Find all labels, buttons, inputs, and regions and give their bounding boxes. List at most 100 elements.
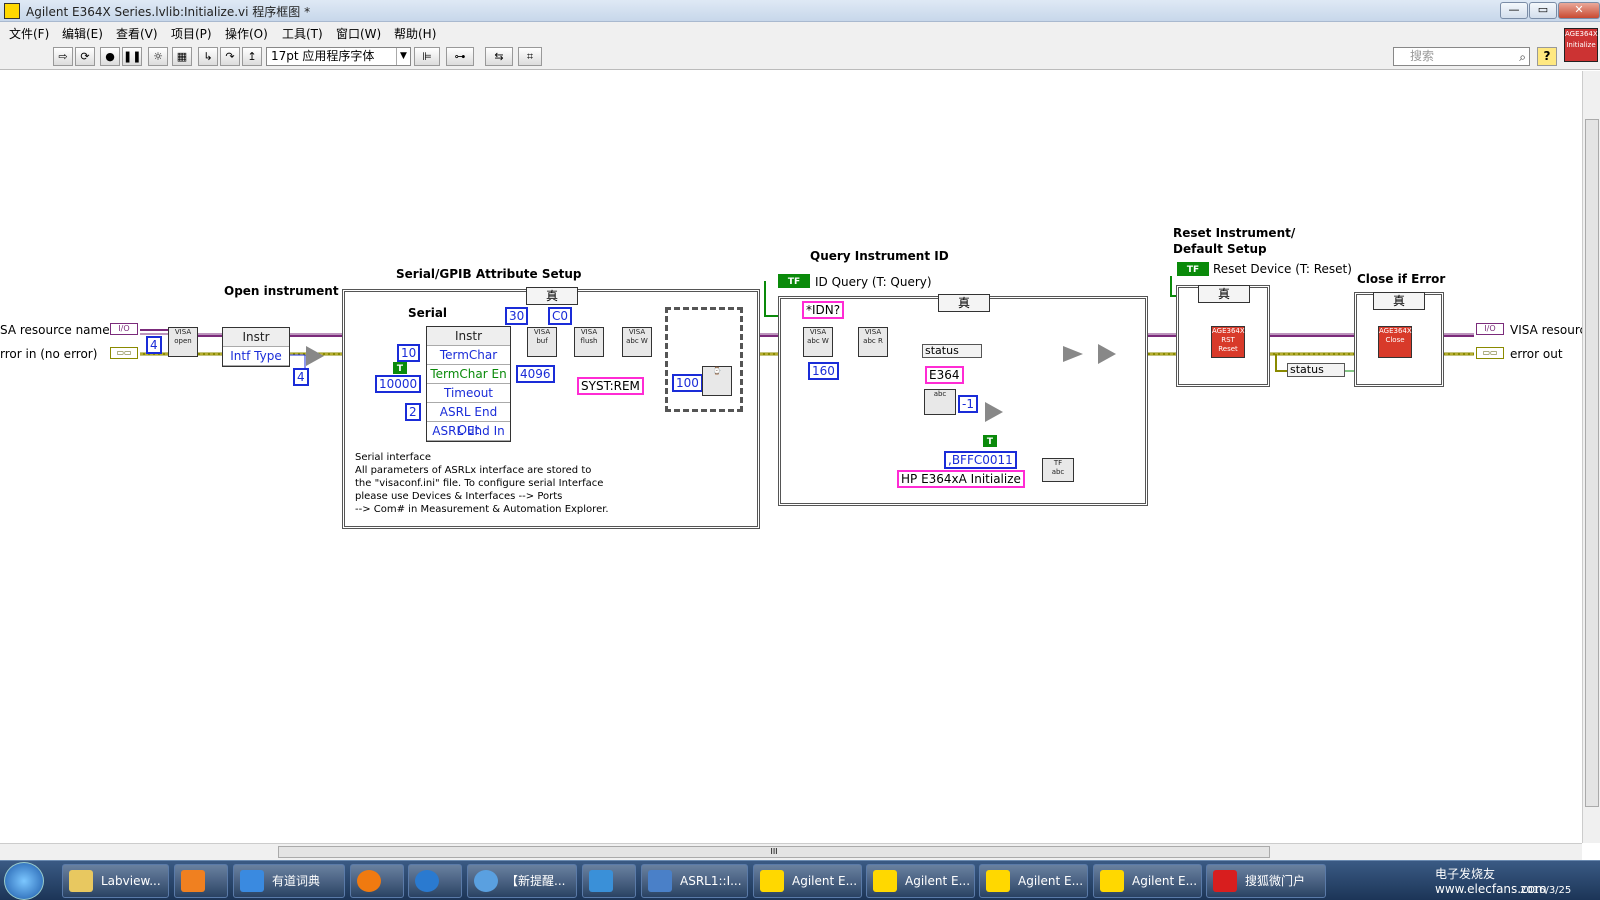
const-true-error[interactable]: T (983, 435, 997, 447)
const-160[interactable]: 160 (808, 362, 839, 380)
vertical-scroll-thumb[interactable] (1585, 119, 1599, 807)
menu-file[interactable]: 文件(F) (9, 25, 49, 42)
reset-vi[interactable]: AGE364X RST Reset (1211, 326, 1245, 358)
error-in-control[interactable]: ▭▭ (110, 347, 138, 359)
reset-case-selector[interactable]: 真 (1198, 285, 1250, 303)
abort-icon[interactable]: ● (100, 47, 120, 66)
task-agilent-1[interactable]: Agilent E... (753, 864, 862, 898)
visa-resource-indicator[interactable]: I/O (1476, 323, 1504, 335)
menu-operate[interactable]: 操作(O) (225, 25, 268, 42)
task-media[interactable] (174, 864, 228, 898)
sohu-icon (1213, 870, 1237, 892)
context-help-button[interactable]: ? (1537, 47, 1557, 66)
reset-device-control[interactable]: TF (1177, 262, 1209, 276)
property-node-open[interactable]: Instr Intf Type (222, 327, 290, 367)
visa-flush-vi[interactable]: VISA flush (574, 327, 604, 357)
task-agilent-3[interactable]: Agilent E... (979, 864, 1088, 898)
cleanup-diagram-icon[interactable]: ⌗ (518, 47, 542, 66)
reset-header-line2: Default Setup (1173, 242, 1267, 256)
minimize-button[interactable]: — (1500, 2, 1528, 19)
start-button[interactable] (4, 862, 44, 900)
const-asrl-end-out[interactable]: 2 (405, 403, 421, 421)
folder-icon (69, 870, 93, 892)
close-vi[interactable]: AGE364X Close (1378, 326, 1412, 358)
bundle-error-icon[interactable]: TF abc (1042, 458, 1074, 482)
const-syst-rem[interactable]: SYST:REM (577, 377, 644, 395)
id-query-control[interactable]: TF (778, 274, 810, 288)
task-agilent-2[interactable]: Agilent E... (866, 864, 975, 898)
task-sohu[interactable]: 搜狐微门户 (1206, 864, 1326, 898)
system-tray[interactable]: 电子发烧友 www.elecfans.com 2016/3/25 (1335, 863, 1600, 899)
distribute-objects-icon[interactable]: ⊶ (446, 47, 474, 66)
task-labview[interactable]: Labview... (62, 864, 169, 898)
unbundle-status-query[interactable]: status (922, 344, 982, 358)
step-over-icon[interactable]: ↷ (220, 47, 240, 66)
menu-tools[interactable]: 工具(T) (282, 25, 323, 42)
watermark: 电子发烧友 www.elecfans.com (1435, 867, 1547, 896)
const-c0[interactable]: C0 (548, 307, 573, 325)
task-reminder[interactable]: 【新提醒... (467, 864, 577, 898)
pause-icon[interactable]: ❚❚ (122, 47, 142, 66)
visa-resource-control[interactable]: I/O (110, 323, 138, 335)
step-out-icon[interactable]: ↥ (242, 47, 262, 66)
match-pattern-vi[interactable]: abc (924, 389, 956, 415)
task-label: 【新提醒... (506, 874, 566, 888)
open-instrument-header: Open instrument (224, 284, 339, 298)
menu-window[interactable]: 窗口(W) (336, 25, 381, 42)
task-ie[interactable] (408, 864, 462, 898)
error-in-label: rror in (no error) (0, 347, 98, 361)
task-label: Agilent E... (905, 874, 971, 888)
search-input[interactable]: 搜索 ⌕ (1393, 47, 1530, 66)
retain-wire-values-icon[interactable]: ▦ (172, 47, 192, 66)
close-button[interactable]: ✕ (1558, 2, 1600, 19)
const-termchar[interactable]: 10 (397, 344, 421, 362)
run-continuously-icon[interactable]: ⟳ (75, 47, 95, 66)
const-true-termchar-en[interactable]: T (393, 362, 407, 374)
visa-write-rem-vi[interactable]: VISA abc W (622, 327, 652, 357)
menu-edit[interactable]: 编辑(E) (62, 25, 103, 42)
highlight-execution-icon[interactable]: ☼ (148, 47, 168, 66)
const-timeout[interactable]: 10000 (375, 375, 422, 393)
task-youdao[interactable]: 有道词典 (233, 864, 345, 898)
query-case-selector[interactable]: 真 (938, 294, 990, 312)
horizontal-scrollbar[interactable]: III (0, 843, 1582, 860)
block-diagram[interactable]: SA resource name I/O rror in (no error) … (0, 71, 1582, 843)
const-e364[interactable]: E364 (925, 366, 964, 384)
unbundle-status-reset[interactable]: status (1287, 363, 1345, 377)
const-error-code[interactable]: ,BFFC0011 (944, 451, 1017, 469)
const-30[interactable]: 30 (505, 307, 529, 325)
task-app-blue[interactable] (582, 864, 636, 898)
task-app-orange[interactable] (350, 864, 404, 898)
serial-case-selector[interactable]: 真 (526, 287, 578, 305)
task-asrl[interactable]: ASRL1::I... (641, 864, 748, 898)
menu-project[interactable]: 项目(P) (171, 25, 212, 42)
const-neg1[interactable]: -1 (958, 395, 978, 413)
const-4096[interactable]: 4096 (516, 365, 555, 383)
property-node-serial[interactable]: Instr TermChar TermChar En Timeout ASRL … (426, 326, 511, 442)
visa-write-idn-vi[interactable]: VISA abc W (803, 327, 833, 357)
maximize-button[interactable]: ▭ (1529, 2, 1557, 19)
const-4-open[interactable]: 4 (146, 336, 162, 354)
run-arrow-icon[interactable]: ⇨ (53, 47, 73, 66)
step-into-icon[interactable]: ↳ (198, 47, 218, 66)
visa-open-vi[interactable]: VISA open (168, 327, 198, 357)
error-out-indicator[interactable]: ▭▭ (1476, 347, 1504, 359)
visa-read-vi[interactable]: VISA abc R (858, 327, 888, 357)
const-wait-100[interactable]: 100 (672, 374, 703, 392)
font-select[interactable]: 17pt 应用程序字体 ▼ (266, 47, 411, 66)
const-idn[interactable]: *IDN? (802, 301, 845, 319)
task-agilent-4[interactable]: Agilent E... (1093, 864, 1202, 898)
ie-icon (415, 870, 439, 892)
const-4-intf[interactable]: 4 (293, 368, 309, 386)
sequence-frame-wait[interactable] (665, 307, 743, 412)
vertical-scrollbar[interactable] (1582, 71, 1600, 843)
close-case-selector[interactable]: 真 (1373, 292, 1425, 310)
align-objects-icon[interactable]: ⊫ (414, 47, 440, 66)
visa-set-buffer-vi[interactable]: VISA buf (527, 327, 557, 357)
wait-ms-icon[interactable]: ⌚ (702, 366, 732, 396)
reorder-icon[interactable]: ⇆ (485, 47, 513, 66)
menu-help[interactable]: 帮助(H) (394, 25, 436, 42)
const-error-source[interactable]: HP E364xA Initialize (897, 470, 1025, 488)
horizontal-scroll-thumb[interactable]: III (278, 846, 1270, 858)
menu-view[interactable]: 查看(V) (116, 25, 158, 42)
